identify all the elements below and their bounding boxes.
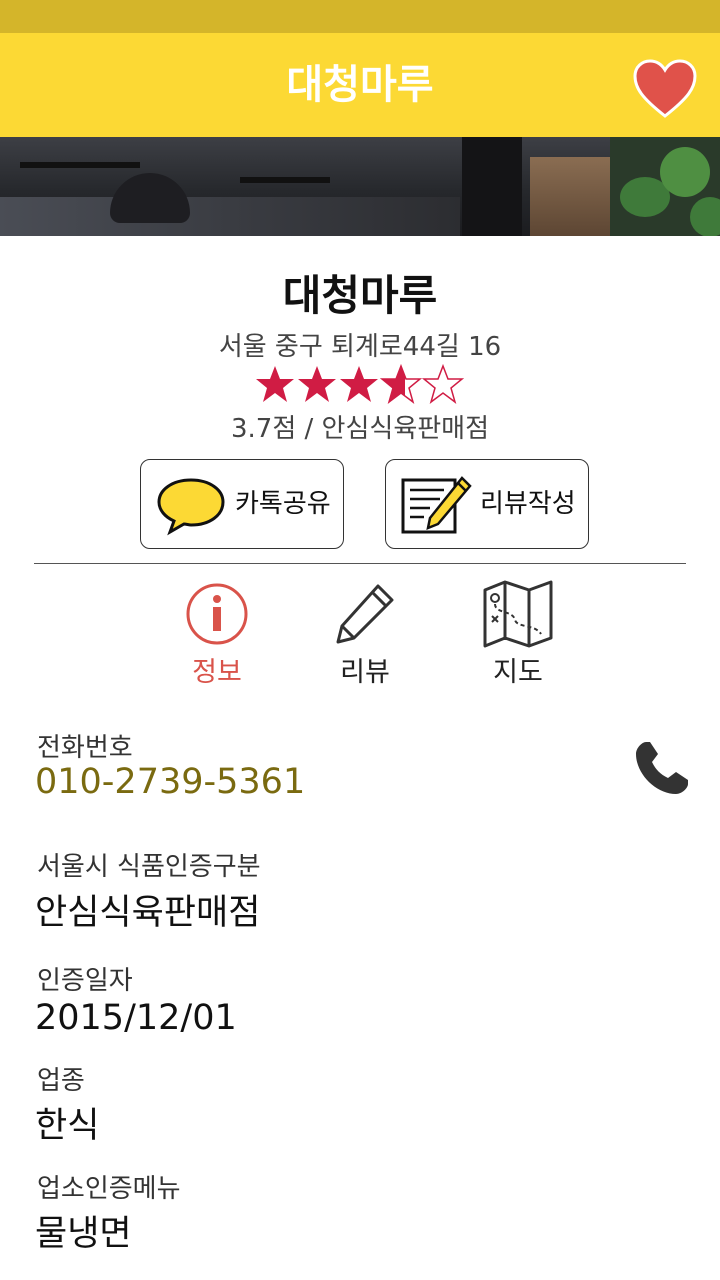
- cert-type-value: 안심식육판매점: [35, 893, 261, 933]
- tab-review[interactable]: 리뷰: [310, 578, 420, 688]
- map-icon: [483, 580, 553, 648]
- heart-icon: [633, 59, 697, 118]
- cert-date-label: 인증일자: [37, 966, 133, 996]
- cert-date-value: 2015/12/01: [35, 998, 237, 1038]
- call-button[interactable]: [632, 738, 692, 798]
- status-bar: [0, 0, 720, 33]
- menu-value: 물냉면: [35, 1214, 132, 1254]
- star-half-icon: [380, 363, 422, 404]
- tab-info[interactable]: 정보: [162, 578, 272, 688]
- store-photo: [0, 137, 720, 236]
- favorite-heart-button[interactable]: [632, 58, 698, 120]
- menu-label: 업소인증메뉴: [37, 1174, 181, 1204]
- write-note-icon: [401, 476, 472, 534]
- info-icon: [186, 583, 248, 645]
- category-label: 업종: [37, 1066, 85, 1096]
- tab-review-label: 리뷰: [340, 657, 390, 688]
- pencil-icon: [336, 584, 394, 644]
- kakao-share-button[interactable]: 카톡공유: [140, 459, 344, 549]
- star-filled-icon: [340, 366, 378, 402]
- star-filled-icon: [298, 366, 336, 402]
- phone-icon: [636, 742, 688, 794]
- kakao-share-label: 카톡공유: [235, 489, 331, 519]
- phone-number[interactable]: 010-2739-5361: [35, 762, 305, 802]
- write-review-button[interactable]: 리뷰작성: [385, 459, 589, 549]
- tab-map-label: 지도: [493, 657, 543, 688]
- app-title: 대청마루: [286, 62, 434, 108]
- star-rating: [254, 362, 466, 406]
- category-value: 한식: [35, 1106, 100, 1146]
- divider: [34, 563, 686, 564]
- cert-type-label: 서울시 식품인증구분: [37, 852, 261, 882]
- star-empty-icon: [422, 363, 464, 404]
- store-address: 서울 중구 퇴계로44길 16: [218, 332, 502, 362]
- tab-info-label: 정보: [192, 657, 242, 688]
- phone-label: 전화번호: [37, 733, 133, 763]
- store-name: 대청마루: [282, 271, 438, 320]
- write-review-label: 리뷰작성: [480, 489, 576, 519]
- rating-text: 3.7점 / 안심식육판매점: [231, 414, 489, 444]
- star-filled-icon: [256, 366, 294, 402]
- tab-map[interactable]: 지도: [463, 578, 573, 688]
- speech-bubble-icon: [157, 478, 225, 536]
